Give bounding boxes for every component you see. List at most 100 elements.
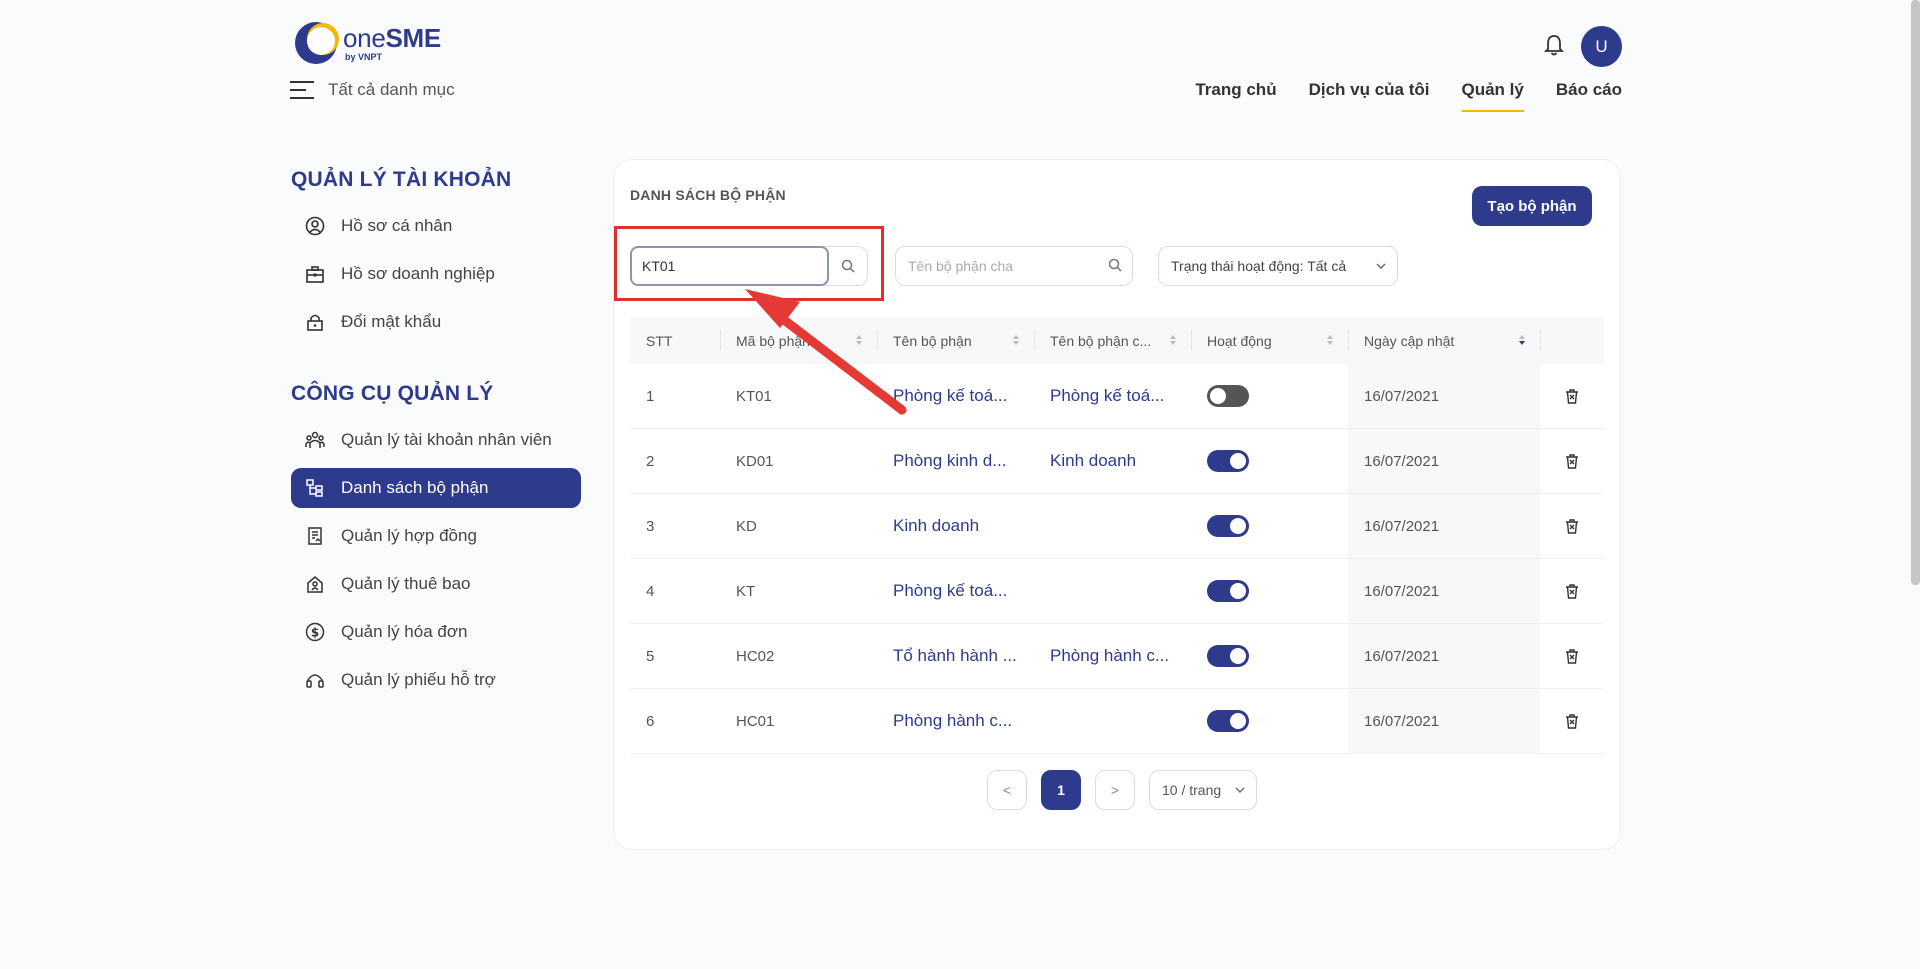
cell-parent-link[interactable]: Kinh doanh <box>1034 429 1191 493</box>
trash-icon[interactable] <box>1564 388 1580 404</box>
table-row[interactable]: 2 KD01 Phòng kinh d... Kinh doanh 16/07/… <box>630 429 1604 494</box>
cell-parent-link[interactable] <box>1034 559 1191 623</box>
cell-parent-link[interactable]: Phòng hành c... <box>1034 624 1191 688</box>
cell-parent-link[interactable] <box>1034 689 1191 753</box>
sidebar-item-employees[interactable]: Quản lý tài khoản nhân viên <box>291 420 581 460</box>
sidebar-item-profile[interactable]: Hồ sơ cá nhân <box>291 206 581 246</box>
table-row[interactable]: 4 KT Phòng kế toá... 16/07/2021 <box>630 559 1604 624</box>
sort-icon[interactable] <box>1012 334 1020 346</box>
sidebar-item-contracts[interactable]: Quản lý hợp đồng <box>291 516 581 556</box>
trash-icon[interactable] <box>1564 518 1580 534</box>
sidebar-item-company[interactable]: Hồ sơ doanh nghiệp <box>291 254 581 294</box>
page-size-select[interactable]: 10 / trang <box>1149 770 1257 810</box>
cell-active <box>1191 689 1348 753</box>
bell-icon[interactable] <box>1543 33 1565 57</box>
active-toggle[interactable] <box>1207 645 1249 667</box>
trash-icon[interactable] <box>1564 453 1580 469</box>
headset-icon <box>305 670 325 690</box>
sidebar-item-invoices[interactable]: $ Quản lý hóa đơn <box>291 612 581 652</box>
cell-name-link[interactable]: Phòng kế toá... <box>877 559 1034 623</box>
table-row[interactable]: 1 KT01 Phòng kế toá... Phòng kế toá... 1… <box>630 364 1604 429</box>
cell-date: 16/07/2021 <box>1348 494 1540 558</box>
cell-name-link[interactable]: Phòng hành c... <box>877 689 1034 753</box>
department-code-search: KT01 <box>630 246 868 286</box>
account-section-title: QUẢN LÝ TÀI KHOẢN <box>291 168 512 191</box>
all-categories-menu[interactable]: Tất cả danh mục <box>290 80 455 100</box>
sidebar-item-support-tickets[interactable]: Quản lý phiếu hỗ trợ <box>291 660 581 700</box>
active-toggle[interactable] <box>1207 710 1249 732</box>
page-scrollbar[interactable] <box>1911 0 1920 585</box>
trash-icon[interactable] <box>1564 583 1580 599</box>
cell-active <box>1191 429 1348 493</box>
sidebar-item-label: Hồ sơ doanh nghiệp <box>341 264 495 283</box>
column-name[interactable]: Tên bộ phận <box>877 317 1034 364</box>
table-row[interactable]: 6 HC01 Phòng hành c... 16/07/2021 <box>630 689 1604 754</box>
cell-code: KD01 <box>736 452 774 470</box>
cell-date: 16/07/2021 <box>1348 559 1540 623</box>
user-circle-icon <box>305 216 325 236</box>
parent-department-search[interactable]: Tên bộ phận cha <box>895 246 1133 286</box>
cell-code: HC01 <box>736 712 775 730</box>
users-icon <box>305 430 325 450</box>
table-row[interactable]: 5 HC02 Tổ hành hành ... Phòng hành c... … <box>630 624 1604 689</box>
sort-icon[interactable] <box>1326 334 1334 346</box>
cell-name-link[interactable]: Phòng kế toá... <box>877 364 1034 428</box>
page-button-current[interactable]: 1 <box>1041 770 1081 810</box>
cell-active <box>1191 559 1348 623</box>
sort-icon[interactable] <box>1169 334 1177 346</box>
column-label: Mã bộ phận <box>736 332 810 349</box>
department-code-input[interactable]: KT01 <box>630 246 830 286</box>
create-department-button[interactable]: Tạo bộ phận <box>1472 186 1592 226</box>
cell-name-link[interactable]: Kinh doanh <box>877 494 1034 558</box>
cell-date: 16/07/2021 <box>1348 689 1540 753</box>
onesme-logo[interactable]: oneSME by VNPT <box>293 20 441 66</box>
status-filter-select[interactable]: Trạng thái hoạt động: Tất cả <box>1158 246 1398 286</box>
sidebar-item-label: Hồ sơ cá nhân <box>341 216 453 235</box>
brand-sub: by VNPT <box>345 51 383 62</box>
column-label: Hoạt động <box>1207 332 1272 349</box>
active-toggle[interactable] <box>1207 450 1249 472</box>
cell-name-link[interactable]: Tổ hành hành ... <box>877 624 1034 688</box>
cell-code: KT <box>736 582 756 600</box>
column-code[interactable]: Mã bộ phận <box>720 317 877 364</box>
cell-parent-link[interactable] <box>1034 494 1191 558</box>
sidebar-item-departments[interactable]: Danh sách bộ phận <box>291 468 581 508</box>
sort-icon[interactable] <box>1518 334 1526 346</box>
sidebar-item-password[interactable]: Đổi mật khẩu <box>291 302 581 342</box>
avatar[interactable]: U <box>1581 26 1622 67</box>
prev-page-button[interactable]: < <box>987 770 1027 810</box>
brand-name-light: one <box>343 22 386 53</box>
sort-icon[interactable] <box>855 334 863 346</box>
active-toggle[interactable] <box>1207 515 1249 537</box>
sidebar-item-label: Quản lý phiếu hỗ trợ <box>341 670 496 689</box>
nav-management[interactable]: Quản lý <box>1461 80 1524 112</box>
trash-icon[interactable] <box>1564 648 1580 664</box>
trash-icon[interactable] <box>1564 713 1580 729</box>
sidebar-item-label: Quản lý hợp đồng <box>341 526 477 545</box>
department-table: STT Mã bộ phận Tên bộ phận Tên bộ phận c… <box>630 317 1604 754</box>
nav-reports[interactable]: Báo cáo <box>1556 80 1622 112</box>
nav-home[interactable]: Trang chủ <box>1195 80 1276 112</box>
table-row[interactable]: 3 KD Kinh doanh 16/07/2021 <box>630 494 1604 559</box>
column-updated[interactable]: Ngày cập nhật <box>1348 317 1540 364</box>
home-icon <box>305 574 325 594</box>
tree-icon <box>305 478 325 498</box>
all-categories-label: Tất cả danh mục <box>328 80 455 99</box>
search-icon[interactable] <box>1108 258 1122 272</box>
column-parent[interactable]: Tên bộ phận c... <box>1034 317 1191 364</box>
search-button[interactable] <box>829 247 867 285</box>
cell-name-link[interactable]: Phòng kinh d... <box>877 429 1034 493</box>
sidebar-item-label: Danh sách bộ phận <box>341 478 489 497</box>
active-toggle[interactable] <box>1207 580 1249 602</box>
hamburger-icon <box>290 81 314 99</box>
cell-stt: 1 <box>646 387 655 405</box>
next-page-button[interactable]: > <box>1095 770 1135 810</box>
cell-stt: 4 <box>646 582 655 600</box>
sidebar-item-subscriptions[interactable]: Quản lý thuê bao <box>291 564 581 604</box>
nav-my-services[interactable]: Dịch vụ của tôi <box>1309 80 1430 112</box>
cell-parent-link[interactable]: Phòng kế toá... <box>1034 364 1191 428</box>
cell-stt: 5 <box>646 647 655 665</box>
active-toggle[interactable] <box>1207 385 1249 407</box>
pagination: < 1 > 10 / trang <box>987 770 1257 810</box>
column-active[interactable]: Hoạt động <box>1191 317 1348 364</box>
